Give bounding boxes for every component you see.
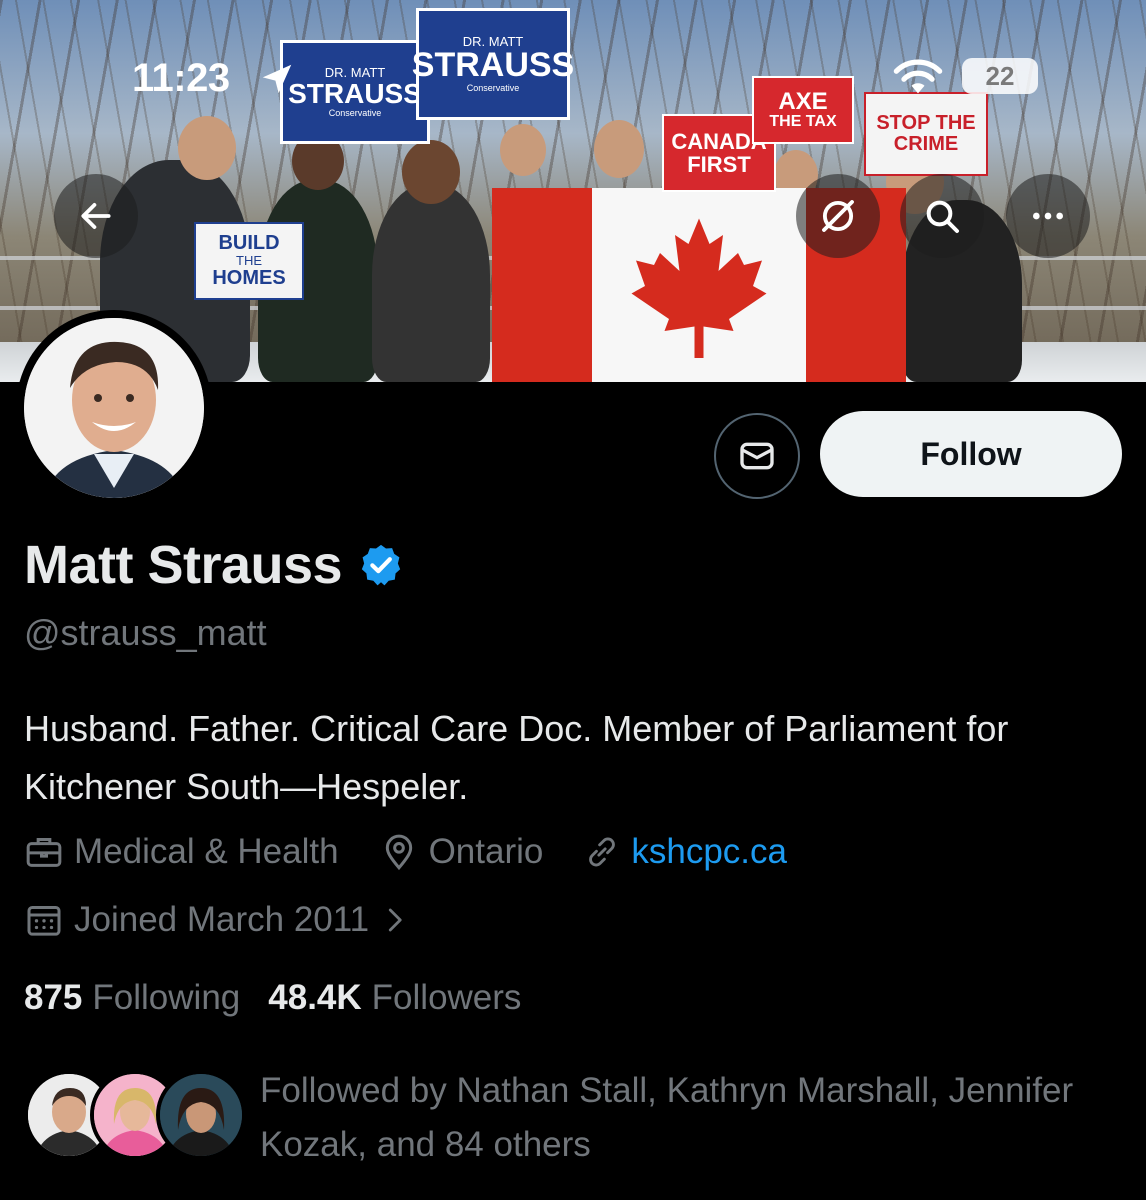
envelope-icon xyxy=(740,442,774,470)
avatar-portrait xyxy=(24,318,204,498)
search-icon xyxy=(926,200,959,233)
following-label: Following xyxy=(92,978,241,1017)
message-button[interactable] xyxy=(714,413,800,499)
profile-avatar[interactable] xyxy=(16,310,212,506)
joined-label: Joined March 2011 xyxy=(74,900,370,939)
location-pin-icon xyxy=(385,834,412,871)
followed-by-avatars xyxy=(24,1064,246,1160)
sign-strauss-left: DR. MATT STRAUSS Conservative xyxy=(280,40,430,144)
banner-person-head xyxy=(402,140,460,204)
followers-count: 48.4K xyxy=(268,978,362,1017)
sign-stop-crime: STOP THE CRIME xyxy=(864,92,988,176)
banner-person-head xyxy=(178,116,236,180)
back-button[interactable] xyxy=(54,174,138,258)
profile-name: Matt Strauss xyxy=(24,535,343,595)
website-link[interactable]: kshcpc.ca xyxy=(631,832,787,872)
back-arrow-icon xyxy=(81,203,111,229)
follower-avatar xyxy=(156,1070,246,1160)
banner-person xyxy=(372,184,490,382)
followed-by-text: Followed by Nathan Stall, Kathryn Marsha… xyxy=(260,1071,1074,1164)
following-count: 875 xyxy=(24,978,83,1017)
profile-joined-row[interactable]: Joined March 2011 xyxy=(24,900,449,940)
grok-icon xyxy=(822,200,854,232)
profile-meta-row: Medical & Health Ontario kshcpc.ca xyxy=(24,832,827,872)
wifi-icon xyxy=(893,59,943,94)
briefcase-icon xyxy=(26,838,62,867)
sign-axe-tax: AXE THE TAX xyxy=(752,76,854,144)
location-arrow-icon xyxy=(262,64,292,94)
more-button[interactable] xyxy=(1006,174,1090,258)
more-icon xyxy=(1033,212,1063,220)
battery-indicator: 22 xyxy=(962,58,1038,94)
calendar-icon xyxy=(27,906,61,936)
follow-button[interactable]: Follow xyxy=(820,411,1122,497)
verified-badge-icon[interactable] xyxy=(358,542,404,588)
banner-person-head xyxy=(500,124,546,176)
maple-leaf-icon xyxy=(631,218,767,358)
profile-bio: Husband. Father. Critical Care Doc. Memb… xyxy=(24,708,1009,807)
banner-person-head xyxy=(594,120,644,178)
followers-link[interactable]: 48.4K Followers xyxy=(268,978,549,1018)
avatar-photo xyxy=(24,318,204,498)
profile-handle: @strauss_matt xyxy=(24,612,267,653)
sign-strauss-right: DR. MATT STRAUSS Conservative xyxy=(412,8,574,120)
search-button[interactable] xyxy=(900,174,984,258)
followed-by-section[interactable]: Followed by Nathan Stall, Kathryn Marsha… xyxy=(24,1064,1120,1172)
category-label: Medical & Health xyxy=(74,832,339,871)
following-link[interactable]: 875 Following xyxy=(24,978,268,1018)
followers-label: Followers xyxy=(371,978,522,1017)
link-icon xyxy=(589,837,616,867)
name-row: Matt Strauss xyxy=(24,534,404,596)
profile-banner[interactable]: DR. MATT STRAUSS Conservative DR. MATT S… xyxy=(0,0,1146,382)
sign-build-homes: BUILD THE HOMES xyxy=(194,222,304,300)
chevron-right-icon xyxy=(388,908,402,932)
profile-joined[interactable]: Joined March 2011 xyxy=(24,900,409,940)
profile-category: Medical & Health xyxy=(24,832,339,872)
profile-location: Ontario xyxy=(379,832,544,872)
location-label: Ontario xyxy=(428,832,544,871)
follow-counts: 875 Following 48.4K Followers xyxy=(24,978,549,1018)
profile-website[interactable]: kshcpc.ca xyxy=(583,832,787,872)
grok-button[interactable] xyxy=(796,174,880,258)
status-time: 11:23 xyxy=(132,56,230,100)
